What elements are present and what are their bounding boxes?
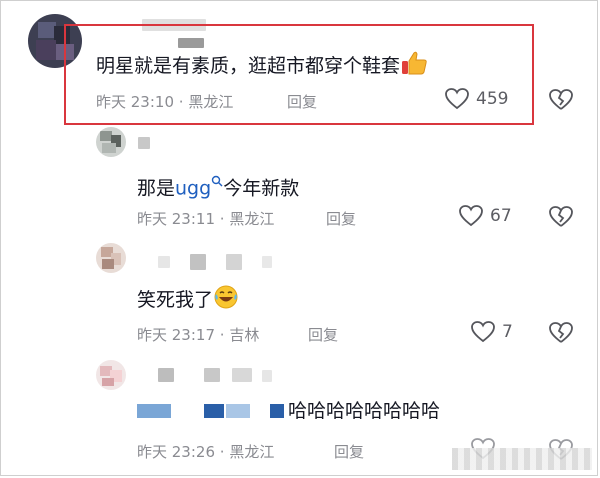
watermark-blurred <box>452 448 592 470</box>
comment-text-body: 笑死我了 <box>137 289 214 311</box>
meta-separator: · <box>219 443 225 461</box>
comment-location: 黑龙江 <box>188 93 234 111</box>
comment-location: 黑龙江 <box>229 443 275 461</box>
meta-separator: · <box>219 210 225 228</box>
comment-text-body: 明星就是有素质，逛超市都穿个鞋套 <box>96 55 401 77</box>
comment-date: 昨天 23:11 <box>137 210 215 228</box>
meta-separator: · <box>219 326 225 344</box>
like-button[interactable]: 67 <box>458 204 512 228</box>
mention-blurred <box>270 404 284 418</box>
like-count: 459 <box>476 89 509 109</box>
comment-meta: 昨天 23:11 · 黑龙江 <box>137 208 274 229</box>
dislike-button[interactable] <box>548 321 574 349</box>
broken-heart-icon <box>549 89 573 110</box>
username-blurred <box>262 256 272 268</box>
mention-blurred <box>226 404 250 418</box>
comment-text-suffix: 今年新款 <box>223 177 300 200</box>
comment-location: 吉林 <box>229 326 260 344</box>
reply-button[interactable]: 回复 <box>326 208 356 229</box>
heart-icon <box>445 88 469 110</box>
username-blurred[interactable] <box>158 368 174 382</box>
search-link[interactable]: ugg <box>175 177 211 199</box>
comment-meta: 昨天 23:26 · 黑龙江 <box>137 441 274 462</box>
comment-date: 昨天 23:17 <box>137 326 215 344</box>
reply-button[interactable]: 回复 <box>334 441 364 462</box>
like-count: 67 <box>490 206 512 226</box>
username-blurred[interactable] <box>138 137 150 149</box>
username-blurred[interactable] <box>158 256 170 268</box>
comment-text: 笑死我了 <box>137 284 239 317</box>
heart-icon <box>471 321 495 343</box>
comment-location: 黑龙江 <box>229 210 275 228</box>
username-blurred <box>190 254 206 270</box>
dislike-button[interactable] <box>548 205 574 233</box>
broken-heart-icon <box>549 206 573 227</box>
comment-meta: 昨天 23:17 · 吉林 <box>137 324 259 345</box>
comment-meta: 昨天 23:10 · 黑龙江 <box>96 91 233 112</box>
avatar[interactable] <box>96 360 126 390</box>
username-blurred <box>262 370 272 382</box>
comment-text-prefix: 那是 <box>137 177 176 200</box>
comment-text: 哈哈哈哈哈哈哈哈 <box>288 398 440 424</box>
comment-text: 明星就是有素质，逛超市都穿个鞋套 <box>96 50 428 83</box>
broken-heart-icon <box>549 322 573 343</box>
username-blurred <box>232 368 252 382</box>
username-blurred <box>226 254 242 270</box>
laughing-tears-icon <box>213 284 239 317</box>
reply-button[interactable]: 回复 <box>308 324 338 345</box>
meta-separator: · <box>178 93 184 111</box>
comment-date: 昨天 23:10 <box>96 93 174 111</box>
mention-blurred <box>137 404 171 418</box>
like-count: 7 <box>502 322 513 342</box>
avatar[interactable] <box>96 243 126 273</box>
like-button[interactable]: 459 <box>444 87 508 111</box>
username-blurred <box>204 368 220 382</box>
like-button[interactable]: 7 <box>470 320 513 344</box>
thumbs-up-icon <box>400 50 428 83</box>
dislike-button[interactable] <box>548 88 574 116</box>
avatar[interactable] <box>96 127 126 157</box>
comment-text-body: 哈哈哈哈哈哈哈哈 <box>288 400 441 422</box>
search-icon[interactable] <box>211 168 223 194</box>
heart-icon <box>459 205 483 227</box>
reply-button[interactable]: 回复 <box>287 91 317 112</box>
comment-text: 那是ugg 今年新款 <box>137 168 299 201</box>
comment-date: 昨天 23:26 <box>137 443 215 461</box>
mention-blurred <box>204 404 224 418</box>
